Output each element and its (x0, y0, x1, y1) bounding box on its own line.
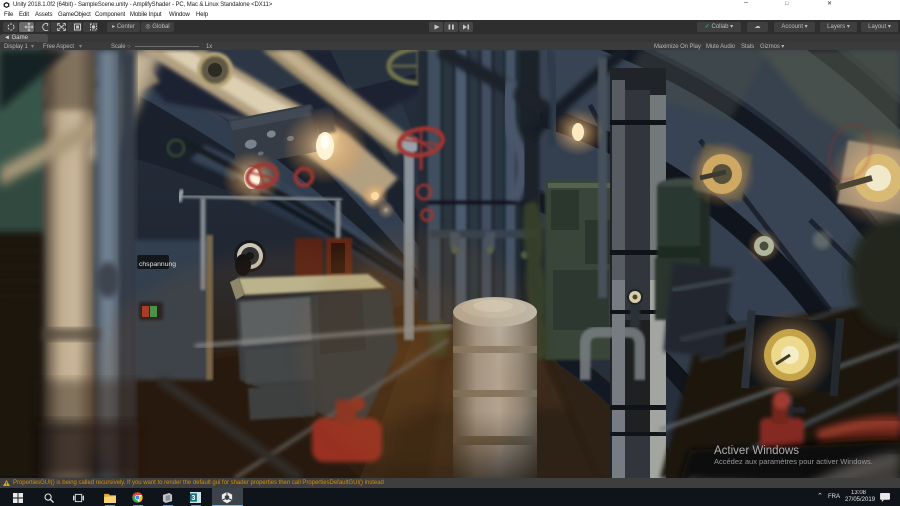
svg-text:chspannung: chspannung (139, 261, 176, 268)
svg-text:Accédez aux paramètres pour ac: Accédez aux paramètres pour activer Wind… (714, 457, 873, 466)
svg-text:3: 3 (191, 495, 195, 502)
svg-text:Activer Windows: Activer Windows (714, 445, 799, 457)
